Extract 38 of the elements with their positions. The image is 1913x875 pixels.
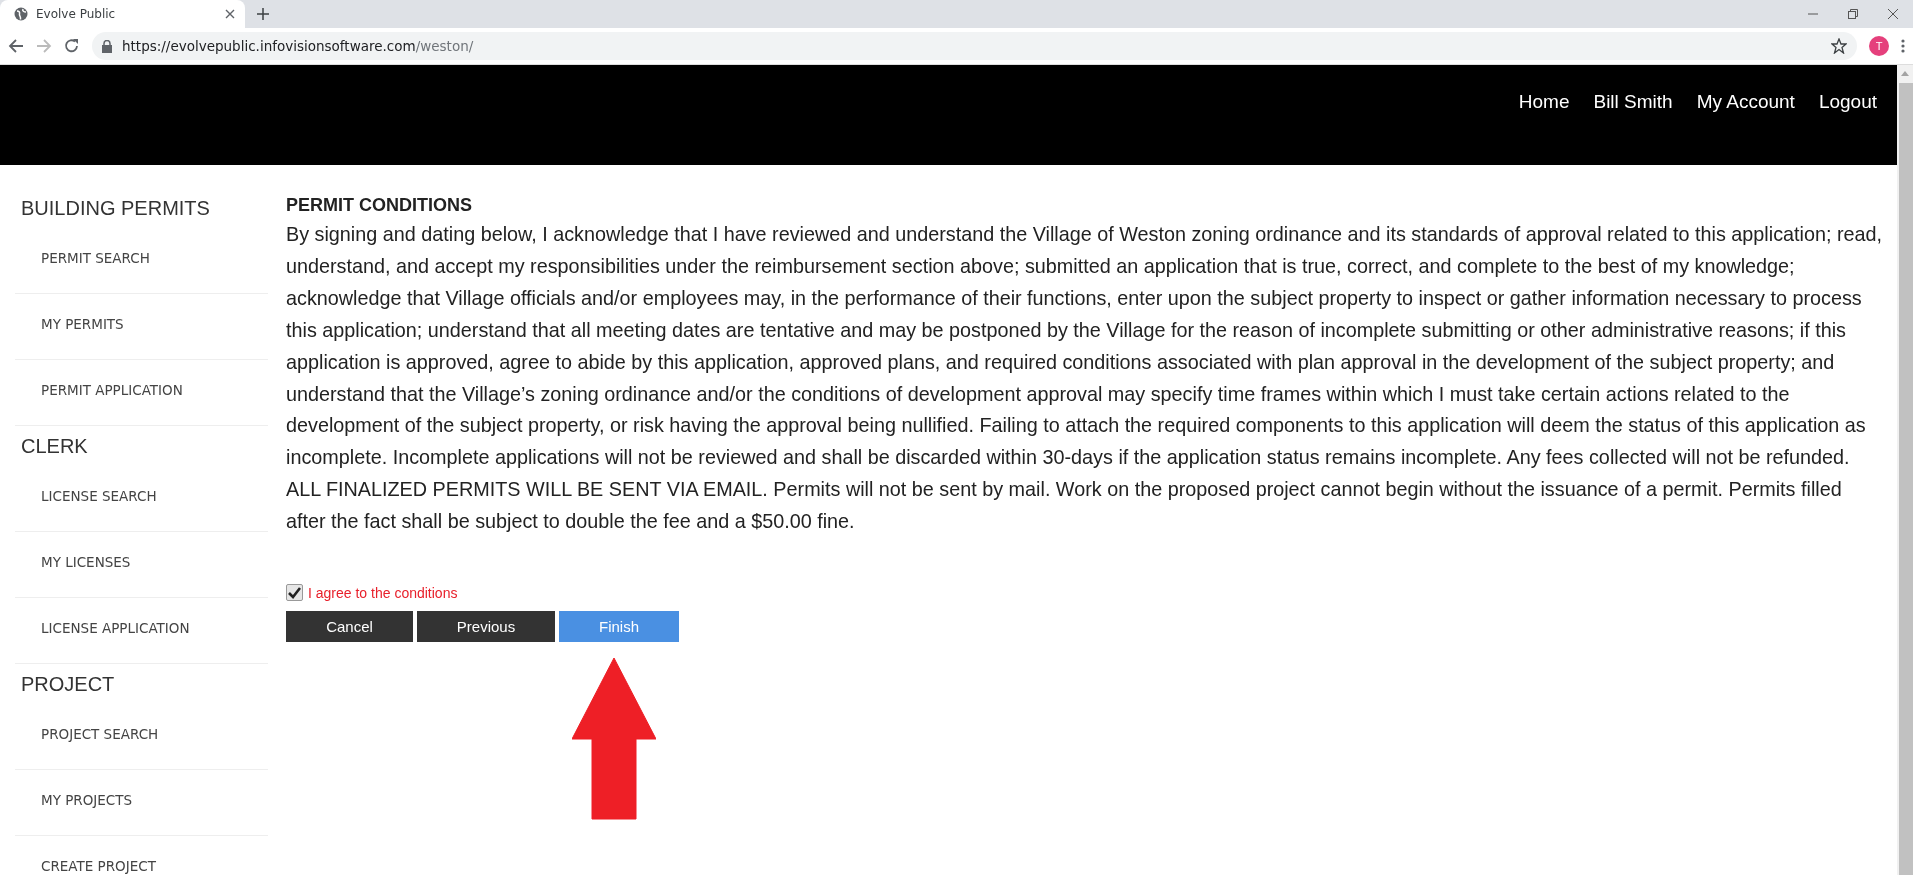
- close-icon[interactable]: [1888, 9, 1898, 19]
- menu-icon[interactable]: [1901, 39, 1905, 53]
- scrollbar-thumb[interactable]: [1899, 83, 1913, 875]
- section-title: PERMIT CONDITIONS: [286, 194, 473, 217]
- reload-icon[interactable]: [64, 38, 80, 54]
- section-heading: CLERK: [20, 433, 89, 459]
- sidebar-item[interactable]: PERMIT APPLICATION: [15, 360, 268, 426]
- nav-link[interactable]: Home: [1518, 87, 1570, 117]
- sidebar-item[interactable]: CREATE PROJECT: [15, 836, 268, 875]
- restore-icon[interactable]: [1848, 9, 1858, 19]
- address-bar[interactable]: https://evolvepublic.infovisionsoftware.com/weston/: [92, 32, 1857, 60]
- conditions-paragraph: By signing and dating below, I acknowledge that I have reviewed and understand the Village of Weston zoning ordinance and its standards of approval related to this application; read, understand, and accept my responsibilities under the reimbursement section above; submitted an application that is true, correct, and complete to the best of my knowledge; acknowledge that Village officials and/or employees may, in the performance of their functions, enter upon the subject property to inspect or gather information necessary to process this application; understand that all meeting dates are tentative and may be postponed by the Village for the reason of incomplete submitting or other administrative reasons; if this application is approved, agree to abide by this application, approved plans, and required conditions associated with plan approval in the development of the subject property; and understand that the Village’s zoning ordinance and/or the conditions of development approval may specify time frames within which I must take certain actions related to the development of the subject property, or risk having the approval being nullified. Failing to attach the required components to this application will deem the status of this application as incomplete. Incomplete applications will not be reviewed and shall be discarded within 30-days if the application status remains incomplete. Any fees collected will not be refunded. ALL FINALIZED PERMITS WILL BE SENT VIA EMAIL. Permits will not be sent by mail. Work on the proposed project cannot begin without the issuance of a permit. Permits filled after the fact shall be subject to double the fee and a $50.00 fine.: [286, 222, 1883, 535]
- section-heading: PROJECT: [20, 671, 116, 697]
- form-button[interactable]: Cancel: [286, 611, 413, 643]
- browser-tab[interactable]: Evolve Public: [0, 0, 245, 28]
- sidebar-item[interactable]: MY PROJECTS: [15, 770, 268, 836]
- star-icon[interactable]: [1831, 38, 1847, 54]
- lock-icon: [102, 39, 112, 53]
- url-text: https://evolvepublic.infovisionsoftware.com/weston/: [122, 38, 475, 54]
- sidebar-item[interactable]: MY LICENSES: [15, 532, 268, 598]
- tab-title: Evolve Public: [36, 7, 117, 21]
- nav-link[interactable]: Logout: [1818, 87, 1877, 117]
- sidebar-item[interactable]: PROJECT SEARCH: [15, 704, 268, 770]
- sidebar-item[interactable]: LICENSE SEARCH: [15, 466, 268, 532]
- sidebar-item[interactable]: MY PERMITS: [15, 294, 268, 360]
- new-tab-icon[interactable]: [257, 8, 269, 20]
- close-icon[interactable]: [225, 9, 235, 19]
- back-icon[interactable]: [8, 38, 24, 54]
- nav-link[interactable]: My Account: [1696, 87, 1795, 117]
- form-button[interactable]: Previous: [417, 611, 555, 643]
- section-heading: BUILDING PERMITS: [20, 195, 211, 221]
- checkbox-label: I agree to the conditions: [308, 584, 458, 601]
- agree-checkbox[interactable]: [286, 584, 303, 602]
- nav-link[interactable]: Bill Smith: [1593, 87, 1673, 117]
- sidebar-item[interactable]: PERMIT SEARCH: [15, 228, 268, 294]
- profile-avatar[interactable]: T: [1869, 36, 1889, 56]
- sidebar-item[interactable]: LICENSE APPLICATION: [15, 598, 268, 664]
- globe-icon: [14, 7, 28, 21]
